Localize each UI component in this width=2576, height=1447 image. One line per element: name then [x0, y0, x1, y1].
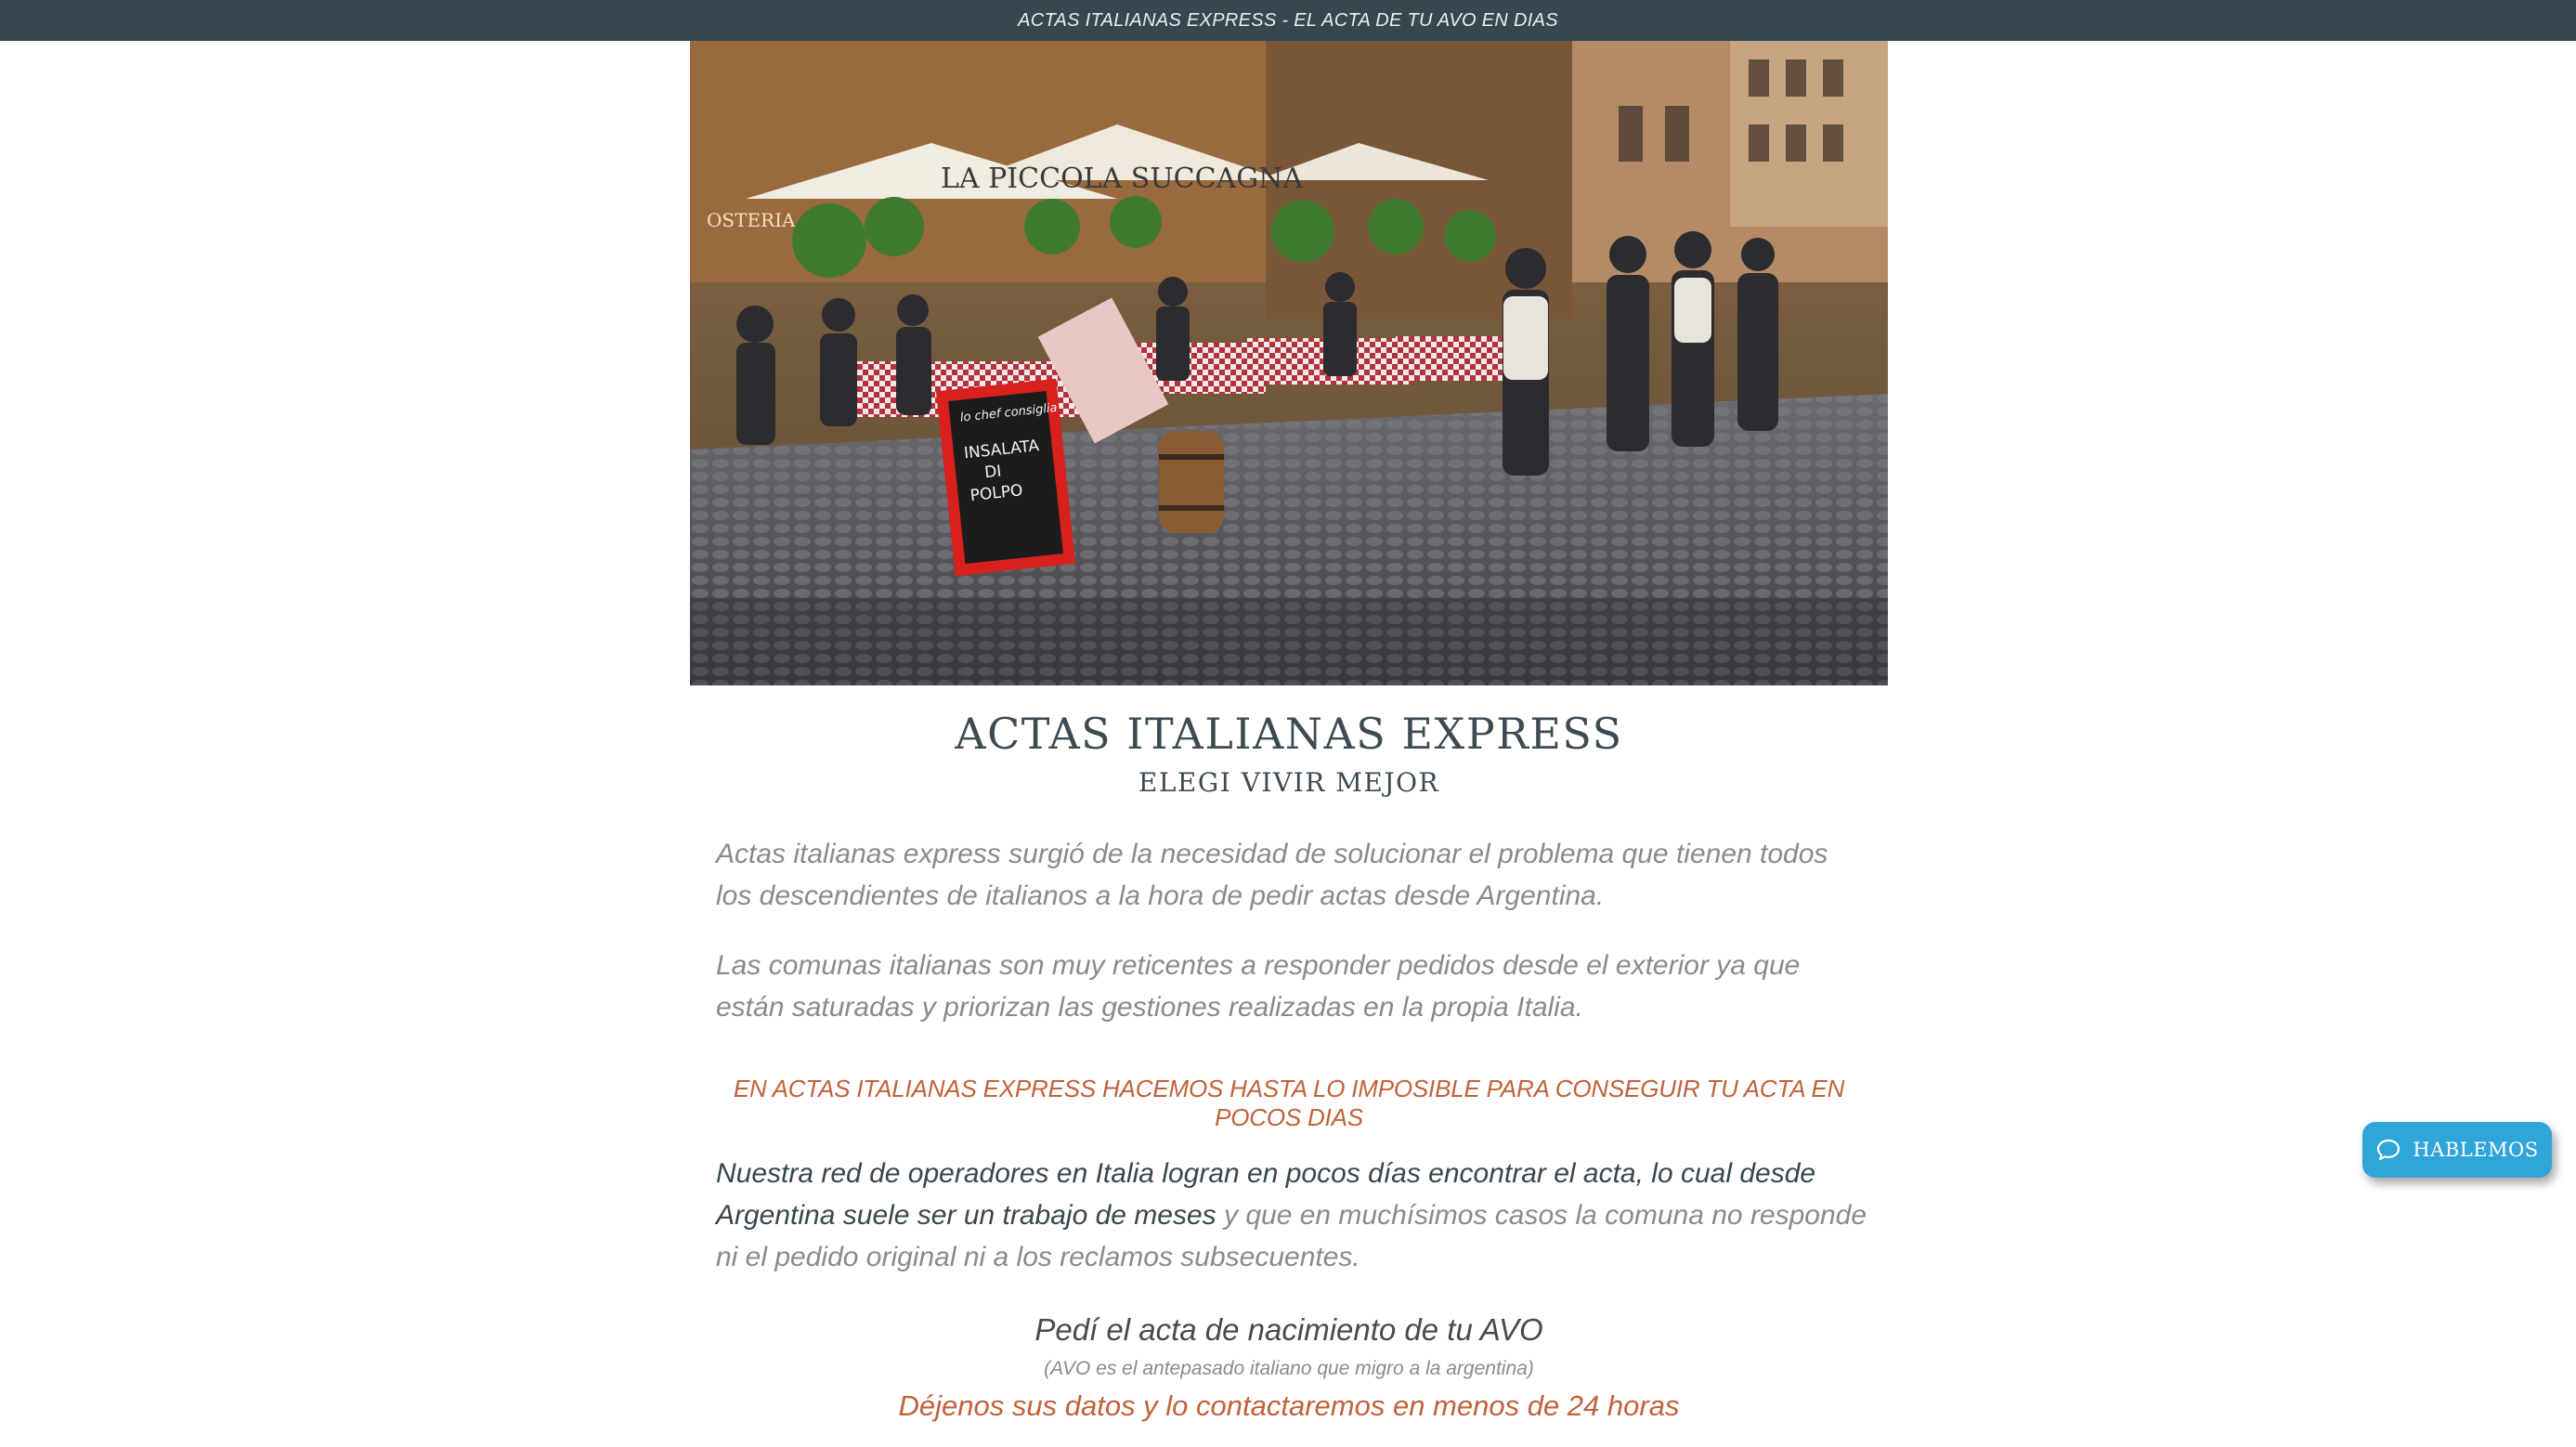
- osteria-sign: OSTERIA: [707, 209, 796, 231]
- chat-button-label: HABLEMOS: [2413, 1139, 2539, 1161]
- hero-image: LA PICCOLA SUCCAGNA OSTERIA lo chef cons…: [690, 41, 1888, 685]
- chat-button[interactable]: HABLEMOS: [2362, 1122, 2552, 1178]
- intro-paragraph: Actas italianas express surgió de la nec…: [716, 839, 1828, 911]
- announcement-text: ACTAS ITALIANAS EXPRESS - EL ACTA DE TU …: [1018, 9, 1558, 31]
- restaurant-sign: LA PICCOLA SUCCAGNA: [941, 163, 1303, 195]
- highlight-statement: EN ACTAS ITALIANAS EXPRESS HACEMOS HASTA…: [733, 1075, 1845, 1131]
- chat-bubble-icon: [2377, 1139, 2400, 1161]
- chalkboard-sign: lo chef consiglia INSALATA DI POLPO: [935, 378, 1076, 577]
- top-announcement-bar: ACTAS ITALIANAS EXPRESS - EL ACTA DE TU …: [0, 0, 2576, 41]
- network-paragraph: Nuestra red de operadores en Italia logr…: [716, 1153, 1867, 1278]
- cta-note: (AVO es el antepasado italiano que migro…: [1044, 1358, 1534, 1379]
- page-subtitle: ELEGI VIVIR MEJOR: [1138, 767, 1440, 798]
- cta-callout: Déjenos sus datos y lo contactaremos en …: [898, 1389, 1680, 1422]
- chalkboard-line-2: DI: [983, 462, 1002, 482]
- cta-title: Pedí el acta de nacimiento de tu AVO: [1034, 1312, 1543, 1347]
- comunas-paragraph: Las comunas italianas son muy reticentes…: [716, 950, 1801, 1023]
- page-title: ACTAS ITALIANAS EXPRESS: [955, 709, 1623, 759]
- street-cafe-photo: LA PICCOLA SUCCAGNA OSTERIA lo chef cons…: [690, 41, 1888, 685]
